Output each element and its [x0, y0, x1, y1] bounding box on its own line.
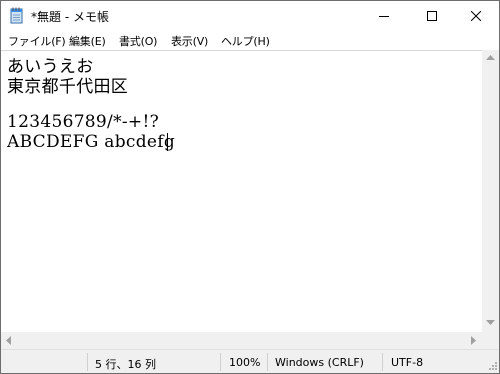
status-separator — [220, 353, 221, 371]
menu-format[interactable]: 書式(O) — [119, 33, 157, 49]
title-bar[interactable]: *無題 - メモ帳 — [1, 1, 499, 31]
status-zoom: 100% — [229, 356, 261, 369]
text-line-4: 123456789/*-+!? — [7, 112, 160, 132]
scroll-down-icon[interactable] — [486, 320, 495, 326]
status-encoding: UTF-8 — [391, 356, 424, 369]
text-editor[interactable]: あいうえお 東京都千代田区 123456789/*-+!? ABCDEFG ab… — [1, 50, 482, 333]
vertical-scrollbar[interactable] — [482, 50, 499, 332]
menu-file[interactable]: ファイル(F) — [8, 33, 66, 49]
scroll-right-icon[interactable] — [471, 336, 477, 345]
maximize-button[interactable] — [409, 1, 455, 31]
maximize-icon — [427, 11, 437, 21]
scroll-left-icon[interactable] — [6, 336, 12, 345]
horizontal-scrollbar[interactable] — [1, 332, 482, 349]
window-title: *無題 - メモ帳 — [31, 10, 109, 24]
close-icon — [471, 11, 481, 21]
minimize-button[interactable] — [361, 1, 407, 31]
menu-bar: ファイル(F) 編集(E) 書式(O) 表示(V) ヘルプ(H) — [1, 31, 499, 50]
text-caret — [167, 133, 168, 151]
resize-grip-icon[interactable] — [487, 360, 497, 370]
scrollbar-corner — [482, 332, 499, 349]
text-line-2: 東京都千代田区 — [7, 77, 129, 97]
menu-edit[interactable]: 編集(E) — [69, 33, 106, 49]
menu-view[interactable]: 表示(V) — [171, 33, 208, 49]
status-separator — [267, 353, 268, 371]
text-line-5: ABCDEFG abcdefg — [7, 132, 176, 152]
notepad-icon — [10, 7, 24, 24]
menu-help[interactable]: ヘルプ(H) — [221, 33, 270, 49]
status-line-ending: Windows (CRLF) — [275, 356, 364, 369]
status-position: 5 行、16 列 — [95, 358, 156, 371]
minimize-icon — [379, 16, 389, 17]
status-bar: 5 行、16 列 100% Windows (CRLF) UTF-8 — [1, 349, 499, 373]
status-separator — [87, 353, 88, 371]
scroll-up-icon[interactable] — [486, 55, 495, 61]
close-button[interactable] — [453, 1, 499, 31]
notepad-window: *無題 - メモ帳 ファイル(F) 編集(E) 書式(O) 表示(V) ヘルプ(… — [0, 0, 500, 374]
status-separator — [382, 353, 383, 371]
